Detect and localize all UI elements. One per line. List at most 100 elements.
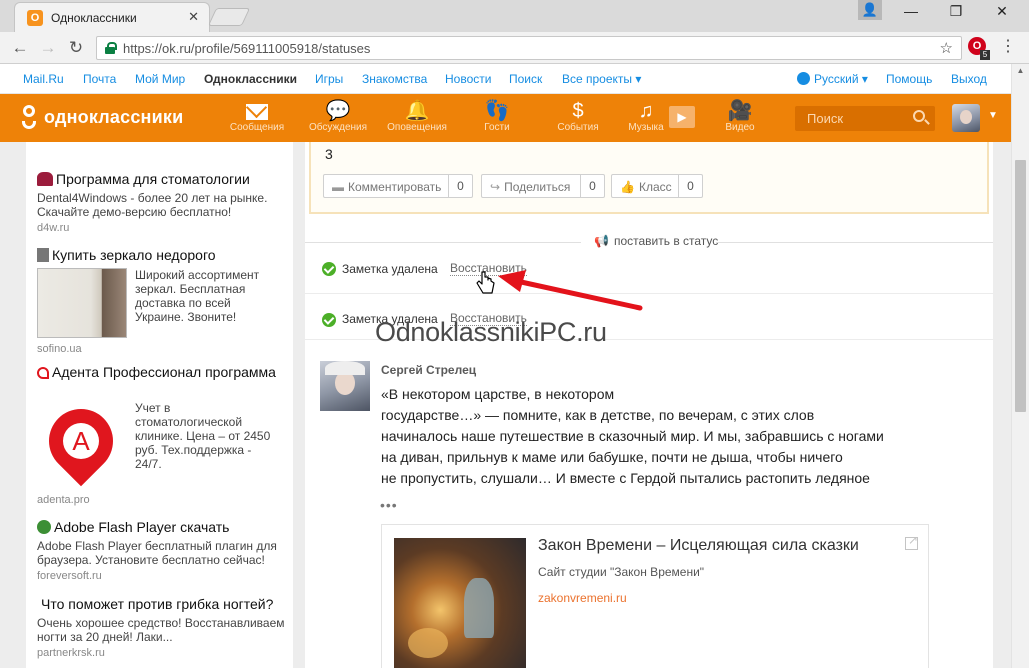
ad-item[interactable]: Купить зеркало недорого Широкий ассортим… (37, 246, 287, 355)
chat-bubbles-icon: 💬 (325, 100, 351, 122)
ad-title[interactable]: Adobe Flash Player скачать (54, 519, 229, 535)
like-button[interactable]: 👍 Класс 0 (611, 174, 703, 198)
share-count: 0 (580, 175, 604, 197)
ok-logo-text[interactable]: одноклассники (44, 107, 183, 128)
ad-item[interactable]: Программа для стоматологии Dental4Window… (37, 170, 287, 234)
globe-icon (797, 72, 810, 85)
portal-link-dating[interactable]: Знакомства (362, 72, 427, 86)
minimize-icon[interactable]: — (901, 3, 921, 19)
link-preview-card[interactable]: Закон Времени – Исцеляющая сила сказки С… (381, 524, 929, 668)
post-author-avatar[interactable] (320, 361, 370, 411)
status-card: 3 ▬ Комментировать 0 ↪ Поделиться 0 👍 Класс… (309, 142, 989, 214)
site-watermark: OdnoklassnikiPC.ru (375, 317, 607, 347)
nav-label: Сообщения (229, 122, 285, 133)
ad-item[interactable]: Что поможет против грибка ногтей? Очень … (37, 595, 287, 659)
like-label: Класс (638, 180, 672, 194)
nav-video[interactable]: 🎥 Видео (704, 94, 776, 142)
url-text[interactable]: https://ok.ru/profile/569111005918/statu… (123, 41, 370, 56)
portal-link-news[interactable]: Новости (445, 72, 491, 86)
back-arrow-icon[interactable]: ← (9, 38, 31, 58)
deleted-note-text: Заметка удалена (342, 262, 438, 276)
portal-link-mailru[interactable]: Mail.Ru (23, 72, 64, 86)
comment-button[interactable]: ▬ Комментировать 0 (323, 174, 473, 198)
address-bar[interactable]: https://ok.ru/profile/569111005918/statu… (96, 36, 962, 60)
comment-count: 0 (448, 175, 472, 197)
portal-link-ok[interactable]: Одноклассники (204, 72, 297, 86)
bookmark-star-icon[interactable]: ☆ (940, 39, 953, 57)
ad-title[interactable]: Что поможет против грибка ногтей? (41, 596, 273, 612)
post-to-status-label: поставить в статус (613, 234, 719, 248)
portal-link-games[interactable]: Игры (315, 72, 343, 86)
ok-header: одноклассники Сообщения 💬 Обсуждения 🔔 О… (0, 94, 1011, 142)
portal-link-my-world[interactable]: Мой Мир (135, 72, 185, 86)
ok-logo-icon[interactable] (20, 105, 38, 131)
show-more-button[interactable]: ••• (380, 497, 398, 513)
browser-menu-icon[interactable]: ⋮ (1000, 36, 1016, 56)
nav-guests[interactable]: 👣 Гости (461, 94, 533, 142)
adenta-icon (37, 367, 49, 379)
search-icon[interactable] (913, 110, 925, 122)
comment-label: Комментировать (348, 180, 442, 194)
share-button[interactable]: ↪ Поделиться 0 (481, 174, 605, 198)
scroll-thumb[interactable] (1015, 160, 1026, 412)
ad-domain[interactable]: sofino.ua (37, 343, 82, 355)
browser-profile-icon[interactable]: 👤 (858, 0, 882, 20)
portal-link-mail[interactable]: Почта (83, 72, 116, 86)
nav-events[interactable]: $ События (542, 94, 614, 142)
tab-close-icon[interactable]: ✕ (188, 9, 199, 25)
post-text-line: начиналось наше путешествие в сказочный … (381, 428, 884, 444)
browser-toolbar: ← → ↻ https://ok.ru/profile/569111005918… (0, 32, 1029, 64)
portal-link-search[interactable]: Поиск (509, 72, 542, 86)
page-scrollbar[interactable]: ▲ (1011, 64, 1029, 668)
ad-text: Adobe Flash Player бесплатный плагин для… (37, 539, 277, 567)
ad-item[interactable]: Adobe Flash Player скачать Adobe Flash P… (37, 518, 287, 582)
ad-domain[interactable]: partnerkrsk.ru (37, 647, 287, 659)
nav-discussions[interactable]: 💬 Обсуждения (302, 94, 374, 142)
language-selector[interactable]: Русский ▾ (797, 72, 868, 86)
user-avatar[interactable] (952, 104, 980, 132)
nav-messages[interactable]: Сообщения (221, 94, 293, 142)
nav-notifications[interactable]: 🔔 Оповещения (381, 94, 453, 142)
ad-text: Dental4Windows - более 20 лет на рынке. … (37, 191, 268, 219)
link-title[interactable]: Закон Времени – Исцеляющая сила сказки (538, 537, 859, 555)
window-close-icon[interactable]: ✕ (992, 3, 1012, 20)
portal-link-logout[interactable]: Выход (951, 72, 987, 86)
external-link-icon[interactable] (905, 533, 918, 550)
chevron-down-icon[interactable]: ▼ (988, 110, 998, 121)
portal-link-all-projects[interactable]: Все проекты ▾ (562, 72, 641, 86)
post-text: «В некотором царстве, в некотором госуда… (381, 384, 901, 489)
nav-label: Оповещения (387, 122, 447, 133)
bell-icon: 🔔 (404, 100, 430, 122)
envelope-icon (221, 94, 293, 122)
reload-icon[interactable]: ↻ (65, 38, 87, 58)
forward-arrow-icon[interactable]: → (37, 38, 59, 58)
ad-item[interactable]: Адента Профессионал программа A Учет в с… (35, 363, 287, 506)
ad-image[interactable] (37, 268, 127, 338)
browser-tab[interactable]: О Одноклассники ✕ (14, 2, 210, 32)
maximize-icon[interactable]: ❐ (946, 3, 966, 20)
new-tab-button[interactable] (207, 8, 251, 26)
ad-domain[interactable]: adenta.pro (37, 494, 90, 506)
portal-link-help[interactable]: Помощь (886, 72, 932, 86)
tab-title: Одноклассники (51, 11, 137, 25)
ad-image[interactable]: A (35, 395, 127, 489)
music-play-icon[interactable]: ▶ (669, 106, 695, 128)
link-domain[interactable]: zakonvremeni.ru (538, 591, 627, 605)
comment-icon: ▬ (332, 180, 344, 194)
megaphone-icon: 📢 (594, 234, 609, 248)
ad-title[interactable]: Программа для стоматологии (56, 171, 250, 187)
ad-domain[interactable]: foreversoft.ru (37, 570, 287, 582)
adenta-logo-letter: A (63, 423, 99, 459)
scroll-up-icon[interactable]: ▲ (1012, 64, 1029, 78)
flash-icon (37, 520, 51, 534)
ad-title[interactable]: Купить зеркало недорого (52, 247, 216, 263)
post-author-name[interactable]: Сергей Стрелец (381, 363, 476, 377)
post-to-status-link[interactable]: 📢 поставить в статус (588, 234, 725, 248)
ad-title[interactable]: Адента Профессионал программа (52, 364, 276, 380)
share-label: Поделиться (504, 180, 571, 194)
ok-search-input[interactable]: Поиск (795, 106, 935, 131)
link-preview-image[interactable] (394, 538, 526, 668)
extension-badge: 5 (980, 50, 990, 60)
ad-domain[interactable]: d4w.ru (37, 222, 287, 234)
post-text-line: государстве…» — помните, как в детстве, … (381, 407, 815, 423)
